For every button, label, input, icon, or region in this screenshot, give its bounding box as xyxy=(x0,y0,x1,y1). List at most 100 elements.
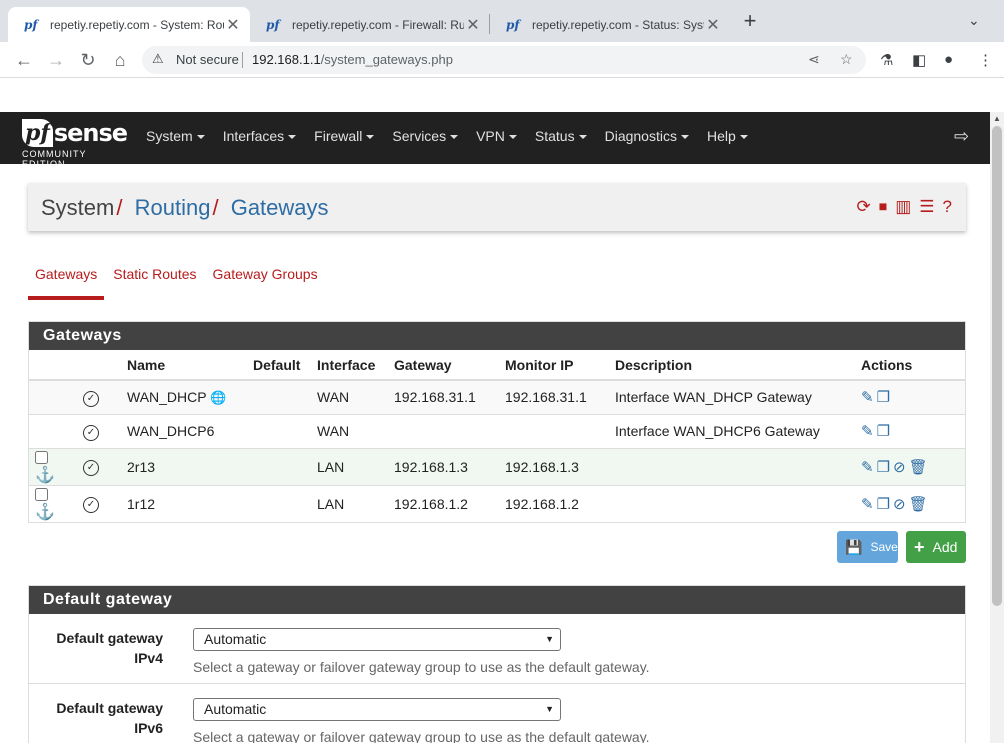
restart-service-icon[interactable]: ⟳ xyxy=(856,196,870,218)
pfsense-logo[interactable]: pf sense COMMUNITY EDITION xyxy=(22,118,128,169)
edit-pencil-icon[interactable]: ✎ xyxy=(861,459,874,476)
gateway-cell: 192.168.31.1 xyxy=(388,379,499,414)
chevron-down-icon: ▼ xyxy=(545,704,554,714)
row-checkbox[interactable] xyxy=(35,451,48,465)
browser-toolbar: ← → ↻ ⌂ ⚠ Not secure 192.168.1.1/system_… xyxy=(0,42,1004,78)
url-host: 192.168.1.1 xyxy=(252,52,321,67)
breadcrumb-separator: / xyxy=(116,195,123,220)
pfsense-favicon-icon: pf xyxy=(506,17,520,32)
default-gateway-ipv4-select[interactable]: Automatic ▼ xyxy=(193,628,561,651)
profile-avatar-icon[interactable]: ● xyxy=(944,51,953,68)
page-scrollbar[interactable]: ▲ xyxy=(990,112,1004,743)
log-list-icon[interactable]: ☰ xyxy=(919,196,934,218)
copy-icon[interactable]: ❐ xyxy=(877,389,890,406)
browser-tab-firewall-rules[interactable]: pf repetiy.repetiy.com - Firewall: Rul ✕ xyxy=(250,7,490,42)
default-gateway-ipv6-select[interactable]: Automatic ▼ xyxy=(193,698,561,721)
edit-pencil-icon[interactable]: ✎ xyxy=(861,496,874,513)
select-cell xyxy=(29,413,77,448)
menu-services[interactable]: Services xyxy=(392,128,459,144)
reload-icon[interactable]: ↻ xyxy=(77,49,99,71)
caret-down-icon xyxy=(578,135,587,140)
tab-gateways[interactable]: Gateways xyxy=(28,266,105,300)
edit-pencil-icon[interactable]: ✎ xyxy=(861,423,874,440)
browser-tab-bar: pf repetiy.repetiy.com - System: Rou ✕ p… xyxy=(0,0,1004,42)
save-button[interactable]: 💾 Save xyxy=(837,531,898,563)
menu-help[interactable]: Help xyxy=(707,128,748,144)
copy-icon[interactable]: ❐ xyxy=(877,423,890,440)
page-tabs: Gateways Static Routes Gateway Groups xyxy=(28,266,327,300)
browser-menu-kebab-icon[interactable]: ⋮ xyxy=(978,51,993,69)
check-circle-icon: ✓ xyxy=(83,424,99,441)
interface-cell: LAN xyxy=(311,447,388,485)
default-gateway-ipv6-row: Default gateway IPv6 Automatic ▼ Select a… xyxy=(29,683,965,743)
name-cell: WAN_DHCP6 xyxy=(121,413,247,448)
anchor-drag-icon[interactable]: ⚓ xyxy=(35,504,55,521)
pfsense-favicon-icon: pf xyxy=(24,17,38,32)
tab-gateway-groups[interactable]: Gateway Groups xyxy=(206,266,325,300)
warning-triangle-icon[interactable]: ⚠ xyxy=(152,51,164,67)
col-default: Default xyxy=(247,350,311,381)
side-panel-icon[interactable]: ◧ xyxy=(912,51,926,69)
disable-ban-icon[interactable]: ⊘ xyxy=(893,496,906,513)
menu-vpn[interactable]: VPN xyxy=(476,128,517,144)
interface-cell: WAN xyxy=(311,379,388,414)
help-question-icon[interactable]: ? xyxy=(943,196,952,218)
address-bar[interactable]: ⚠ Not secure 192.168.1.1/system_gateways… xyxy=(142,46,866,74)
close-icon[interactable]: ✕ xyxy=(704,15,722,35)
browser-tab-status-system[interactable]: pf repetiy.repetiy.com - Status: Syste ✕ xyxy=(490,7,730,42)
add-button[interactable]: + Add xyxy=(906,531,966,563)
menu-diagnostics[interactable]: Diagnostics xyxy=(605,128,689,144)
menu-system[interactable]: System xyxy=(146,128,205,144)
select-cell: ⚓ xyxy=(29,484,77,522)
trash-icon[interactable]: 🗑 xyxy=(909,459,928,476)
monitor-ip-cell xyxy=(499,413,609,448)
trash-icon[interactable]: 🗑 xyxy=(909,496,928,513)
bookmark-star-icon[interactable]: ☆ xyxy=(840,51,853,68)
default-gateway-ipv6-label: Default gateway IPv6 xyxy=(56,700,163,736)
menu-firewall[interactable]: Firewall xyxy=(314,128,375,144)
scroll-up-arrow-icon[interactable]: ▲ xyxy=(993,114,1001,123)
close-icon[interactable]: ✕ xyxy=(224,15,242,35)
stop-service-icon[interactable]: ⏹ xyxy=(879,196,888,218)
copy-icon[interactable]: ❐ xyxy=(877,459,890,476)
check-circle-icon: ✓ xyxy=(83,497,99,513)
new-tab-plus-icon[interactable]: + xyxy=(738,10,762,34)
home-icon[interactable]: ⌂ xyxy=(109,49,131,71)
breadcrumb-routing-link[interactable]: Routing xyxy=(135,195,211,220)
actions-cell: ✎ ❐ xyxy=(855,413,965,448)
logout-icon[interactable]: ⇨ xyxy=(954,126,969,147)
monitor-ip-cell: 192.168.31.1 xyxy=(499,379,609,414)
disable-ban-icon[interactable]: ⊘ xyxy=(893,459,906,476)
not-secure-label[interactable]: Not secure xyxy=(176,52,239,67)
table-row: ⚓ ✓ 1r12 LAN 192.168.1.2 192.168.1.2 ✎ ❐ ⊘… xyxy=(29,484,965,522)
back-arrow-icon[interactable]: ← xyxy=(13,49,35,71)
close-icon[interactable]: ✕ xyxy=(464,15,482,35)
browser-tab-system-routing[interactable]: pf repetiy.repetiy.com - System: Rou ✕ xyxy=(8,7,250,42)
scrollbar-thumb[interactable] xyxy=(992,126,1002,606)
monitor-ip-cell: 192.168.1.3 xyxy=(499,447,609,485)
col-interface: Interface xyxy=(311,350,388,381)
url-text[interactable]: 192.168.1.1/system_gateways.php xyxy=(252,52,453,67)
menu-status[interactable]: Status xyxy=(535,128,587,144)
forward-arrow-icon[interactable]: → xyxy=(45,49,67,71)
share-icon[interactable]: ⋖ xyxy=(808,51,820,68)
table-row: ⚓ ✓ 2r13 LAN 192.168.1.3 192.168.1.3 ✎ ❐ ⊘… xyxy=(29,447,965,485)
row-checkbox[interactable] xyxy=(35,488,48,502)
extensions-icon[interactable]: ⚗ xyxy=(880,51,893,69)
gateway-cell: 192.168.1.2 xyxy=(388,484,499,522)
description-cell: Interface WAN_DHCP Gateway xyxy=(609,379,855,414)
status-cell: ✓ xyxy=(77,379,121,414)
tab-search-chevron-down-icon[interactable]: ⌄ xyxy=(968,12,980,29)
anchor-drag-icon[interactable]: ⚓ xyxy=(35,467,55,484)
breadcrumb-system: System xyxy=(41,195,115,220)
name-cell: 1r12 xyxy=(121,484,247,522)
caret-down-icon xyxy=(288,135,297,140)
edit-pencil-icon[interactable]: ✎ xyxy=(861,389,874,406)
breadcrumb-gateways-link[interactable]: Gateways xyxy=(231,195,329,220)
tab-static-routes[interactable]: Static Routes xyxy=(106,266,203,300)
default-cell xyxy=(247,484,311,522)
copy-icon[interactable]: ❐ xyxy=(877,496,890,513)
bar-chart-icon[interactable]: ▥ xyxy=(895,196,911,218)
menu-interfaces[interactable]: Interfaces xyxy=(223,128,297,144)
browser-tab-title: repetiy.repetiy.com - Firewall: Rul xyxy=(292,17,464,32)
